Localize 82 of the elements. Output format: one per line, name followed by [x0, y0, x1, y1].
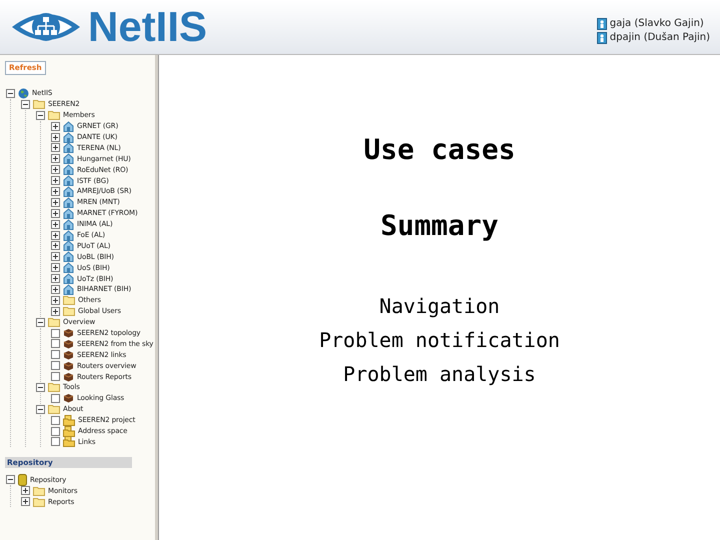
house-icon [63, 196, 74, 208]
leaf-box-icon [51, 350, 60, 360]
house-icon [63, 208, 74, 219]
expand-icon[interactable] [51, 220, 60, 229]
user-name: gaja (Slavko Gajin) [610, 18, 704, 30]
house-icon [63, 218, 74, 230]
bullet-text: Problem notification [319, 327, 560, 354]
house-icon [63, 153, 74, 164]
collapse-icon[interactable] [21, 100, 30, 109]
bullet-text: Navigation [379, 293, 500, 320]
collapse-icon[interactable] [36, 404, 45, 414]
folder-document-icon [63, 414, 75, 426]
cube-icon [63, 393, 74, 404]
expand-icon[interactable] [51, 154, 60, 164]
expand-icon[interactable] [51, 186, 60, 196]
leaf-box-icon [51, 426, 60, 436]
house-icon [63, 186, 74, 197]
user-icon [596, 18, 607, 30]
user-name: dpajin (Dušan Pajin) [610, 32, 710, 44]
expand-icon[interactable] [51, 274, 60, 284]
slide-heading: Use cases [364, 133, 516, 167]
leaf-box-icon [51, 372, 60, 382]
cube-icon [63, 372, 74, 382]
house-icon [63, 273, 74, 284]
cube-icon [63, 328, 74, 338]
collapse-icon[interactable] [36, 110, 45, 120]
expand-icon[interactable] [51, 230, 60, 240]
folder-icon [63, 295, 75, 306]
house-icon [63, 262, 74, 274]
house-icon [63, 164, 74, 176]
expand-icon[interactable] [51, 284, 60, 294]
leaf-box-icon [51, 394, 60, 403]
leaf-box-icon [51, 361, 60, 370]
house-icon [63, 120, 74, 132]
leaf-box-icon [51, 437, 60, 446]
expand-icon[interactable] [51, 176, 60, 186]
cube-icon [63, 350, 74, 360]
cube-icon [63, 338, 74, 349]
expand-icon[interactable] [51, 165, 60, 174]
expand-icon[interactable] [51, 252, 60, 262]
collapse-icon[interactable] [36, 318, 45, 327]
folder-icon [33, 496, 45, 507]
expand-icon[interactable] [51, 143, 60, 152]
folder-icon [48, 382, 60, 392]
logo-text: NetIIS [88, 5, 208, 49]
expand-icon[interactable] [21, 486, 30, 496]
house-icon [63, 175, 74, 186]
database-icon [18, 474, 27, 486]
house-icon [63, 240, 74, 252]
expand-icon[interactable] [51, 132, 60, 142]
folder-icon [48, 317, 60, 328]
expand-icon[interactable] [51, 306, 60, 316]
expand-icon[interactable] [51, 208, 60, 218]
expand-icon[interactable] [51, 122, 60, 131]
collapse-icon[interactable] [6, 88, 15, 98]
cube-icon [63, 360, 74, 371]
folder-icon [48, 404, 60, 414]
house-icon [63, 284, 74, 295]
bullet-text: Problem analysis [343, 361, 536, 388]
expand-icon[interactable] [51, 296, 60, 305]
house-icon [63, 142, 74, 154]
expand-icon[interactable] [21, 497, 30, 506]
house-icon [63, 132, 74, 143]
leaf-box-icon [51, 416, 60, 425]
folder-icon [33, 99, 45, 110]
folder-icon [48, 110, 60, 120]
globe-icon [18, 88, 29, 99]
user-icon [596, 32, 607, 44]
expand-icon[interactable] [51, 241, 60, 250]
folder-document-icon [63, 426, 75, 437]
collapse-icon[interactable] [36, 382, 45, 392]
leaf-box-icon [51, 328, 60, 338]
expand-icon[interactable] [51, 263, 60, 272]
slide-heading: Summary [380, 209, 498, 243]
leaf-box-icon [51, 339, 60, 348]
collapse-icon[interactable] [6, 475, 15, 484]
folder-icon [33, 486, 45, 496]
expand-icon[interactable] [51, 198, 60, 207]
house-icon [63, 230, 74, 241]
folder-icon [63, 306, 75, 316]
folder-document-icon [63, 436, 75, 448]
house-icon [63, 251, 74, 262]
